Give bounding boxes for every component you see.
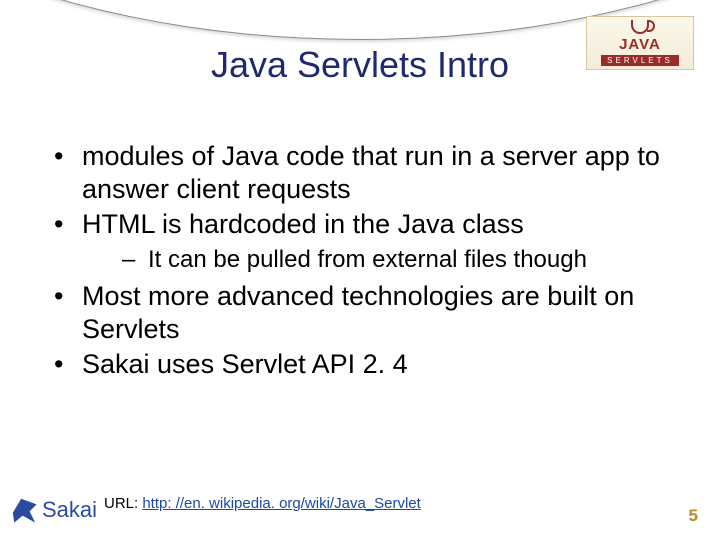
bullet-item: HTML is hardcoded in the Java class It c… bbox=[44, 208, 680, 274]
reference-url: URL: http: //en. wikipedia. org/wiki/Jav… bbox=[104, 495, 421, 512]
slide-title: Java Servlets Intro bbox=[0, 44, 720, 86]
bullet-item: Sakai uses Servlet API 2. 4 bbox=[44, 348, 680, 381]
sakai-logo: Sakai bbox=[10, 496, 97, 524]
url-label: URL: bbox=[104, 495, 142, 512]
sakai-logo-text: Sakai bbox=[42, 497, 97, 523]
bullet-item: modules of Java code that run in a serve… bbox=[44, 140, 680, 206]
bullet-text: HTML is hardcoded in the Java class bbox=[82, 209, 524, 239]
bullet-item: Most more advanced technologies are buil… bbox=[44, 280, 680, 346]
page-number: 5 bbox=[689, 506, 698, 526]
coffee-cup-icon bbox=[631, 20, 649, 34]
sakai-bird-icon bbox=[10, 496, 38, 524]
slide-body: modules of Java code that run in a serve… bbox=[44, 140, 680, 383]
sub-bullet-item: It can be pulled from external files tho… bbox=[82, 245, 680, 274]
url-link[interactable]: http: //en. wikipedia. org/wiki/Java_Ser… bbox=[142, 495, 420, 512]
